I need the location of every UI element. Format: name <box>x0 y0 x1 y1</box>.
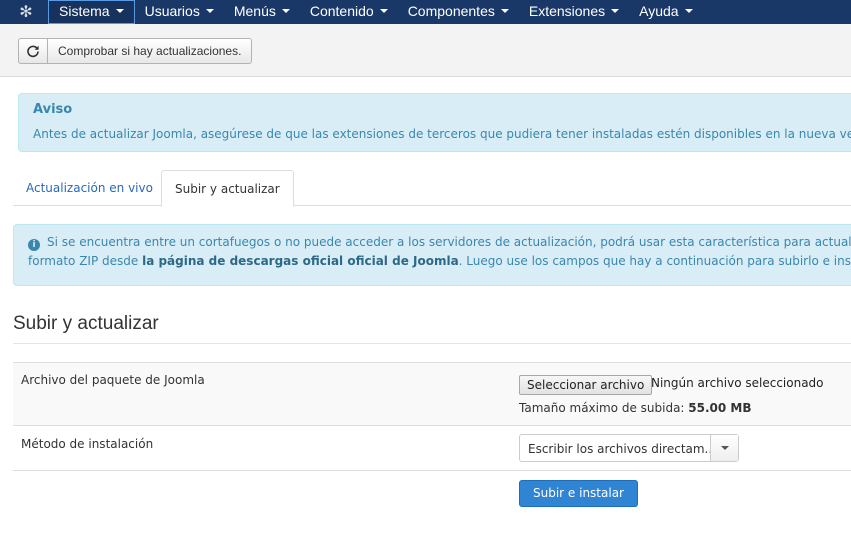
top-navbar: ✻ Sistema Usuarios Menús Contenido Compo… <box>0 0 851 24</box>
menu-contenido[interactable]: Contenido <box>300 0 398 24</box>
check-updates-button[interactable]: Comprobar si hay actualizaciones. <box>18 38 253 64</box>
max-size-label: Tamaño máximo de subida: <box>519 401 689 415</box>
downloads-link[interactable]: la página de descargas oficial oficial d… <box>142 254 459 268</box>
caret-down-icon <box>611 9 620 14</box>
caret-down-icon <box>115 9 124 14</box>
tab-upload-update[interactable]: Subir y actualizar <box>161 170 294 207</box>
menu-label: Componentes <box>407 3 495 19</box>
menu-label: Contenido <box>309 3 374 19</box>
tab-live-update[interactable]: Actualización en vivo <box>13 170 166 206</box>
alert-title: Aviso <box>33 102 73 117</box>
menu-menus[interactable]: Menús <box>224 0 300 24</box>
select-file-button[interactable]: Seleccionar archivo <box>519 375 653 395</box>
info-line: formato ZIP desde la página de descargas… <box>28 254 851 268</box>
method-label: Método de instalación <box>21 437 154 451</box>
method-row: Método de instalación Escribir los archi… <box>13 425 851 471</box>
toolbar: Comprobar si hay actualizaciones. <box>0 24 851 77</box>
caret-down-icon <box>379 9 388 14</box>
menu-ayuda[interactable]: Ayuda <box>629 0 702 24</box>
info-line: i Si se encuentra entre un cortafuegos o … <box>28 235 851 251</box>
info-text: . Luego use los campos que hay a continu… <box>458 254 851 268</box>
joomla-icon[interactable]: ✻ <box>15 2 37 22</box>
caret-down-icon <box>684 9 693 14</box>
menu-extensiones[interactable]: Extensiones <box>519 0 629 24</box>
menu-componentes[interactable]: Componentes <box>398 0 519 24</box>
file-status: Ningún archivo seleccionado <box>651 376 824 390</box>
section-title: Subir y actualizar <box>13 313 159 334</box>
info-text: Si se encuentra entre un cortafuegos o n… <box>47 235 851 249</box>
caret-down-icon <box>205 9 214 14</box>
alert-text: Antes de actualizar Joomla, asegúrese de… <box>33 127 851 141</box>
caret-down-icon <box>500 9 509 14</box>
package-label: Archivo del paquete de Joomla <box>21 373 205 387</box>
info-text: formato ZIP desde <box>28 254 143 268</box>
menu-label: Ayuda <box>639 3 679 19</box>
menu-usuarios[interactable]: Usuarios <box>135 0 224 24</box>
dropdown-toggle[interactable] <box>710 435 738 461</box>
caret-down-icon <box>281 9 290 14</box>
menu-label: Menús <box>233 3 276 19</box>
tab-bar: Actualización en vivo Subir y actualizar <box>13 170 851 207</box>
install-method-select[interactable]: Escribir los archivos directam... <box>519 434 739 462</box>
caret-down-icon <box>721 446 729 450</box>
divider <box>13 343 851 344</box>
warning-alert: Aviso Antes de actualizar Joomla, asegúr… <box>18 93 851 152</box>
menu-label: Extensiones <box>528 3 606 19</box>
max-size: Tamaño máximo de subida: 55.00 MB <box>519 401 752 415</box>
main-menu: Sistema Usuarios Menús Contenido Compone… <box>48 0 703 24</box>
refresh-icon <box>19 39 48 63</box>
package-row: Archivo del paquete de Joomla Selecciona… <box>13 362 851 426</box>
menu-label: Sistema <box>59 3 110 19</box>
check-updates-label: Comprobar si hay actualizaciones. <box>58 44 242 58</box>
max-size-value: 55.00 MB <box>688 401 752 415</box>
info-alert: i Si se encuentra entre un cortafuegos o … <box>13 224 851 286</box>
select-value: Escribir los archivos directam... <box>528 442 717 456</box>
menu-label: Usuarios <box>144 3 200 19</box>
info-icon: i <box>28 239 40 251</box>
menu-sistema[interactable]: Sistema <box>48 0 135 24</box>
upload-install-button[interactable]: Subir e instalar <box>519 480 638 507</box>
